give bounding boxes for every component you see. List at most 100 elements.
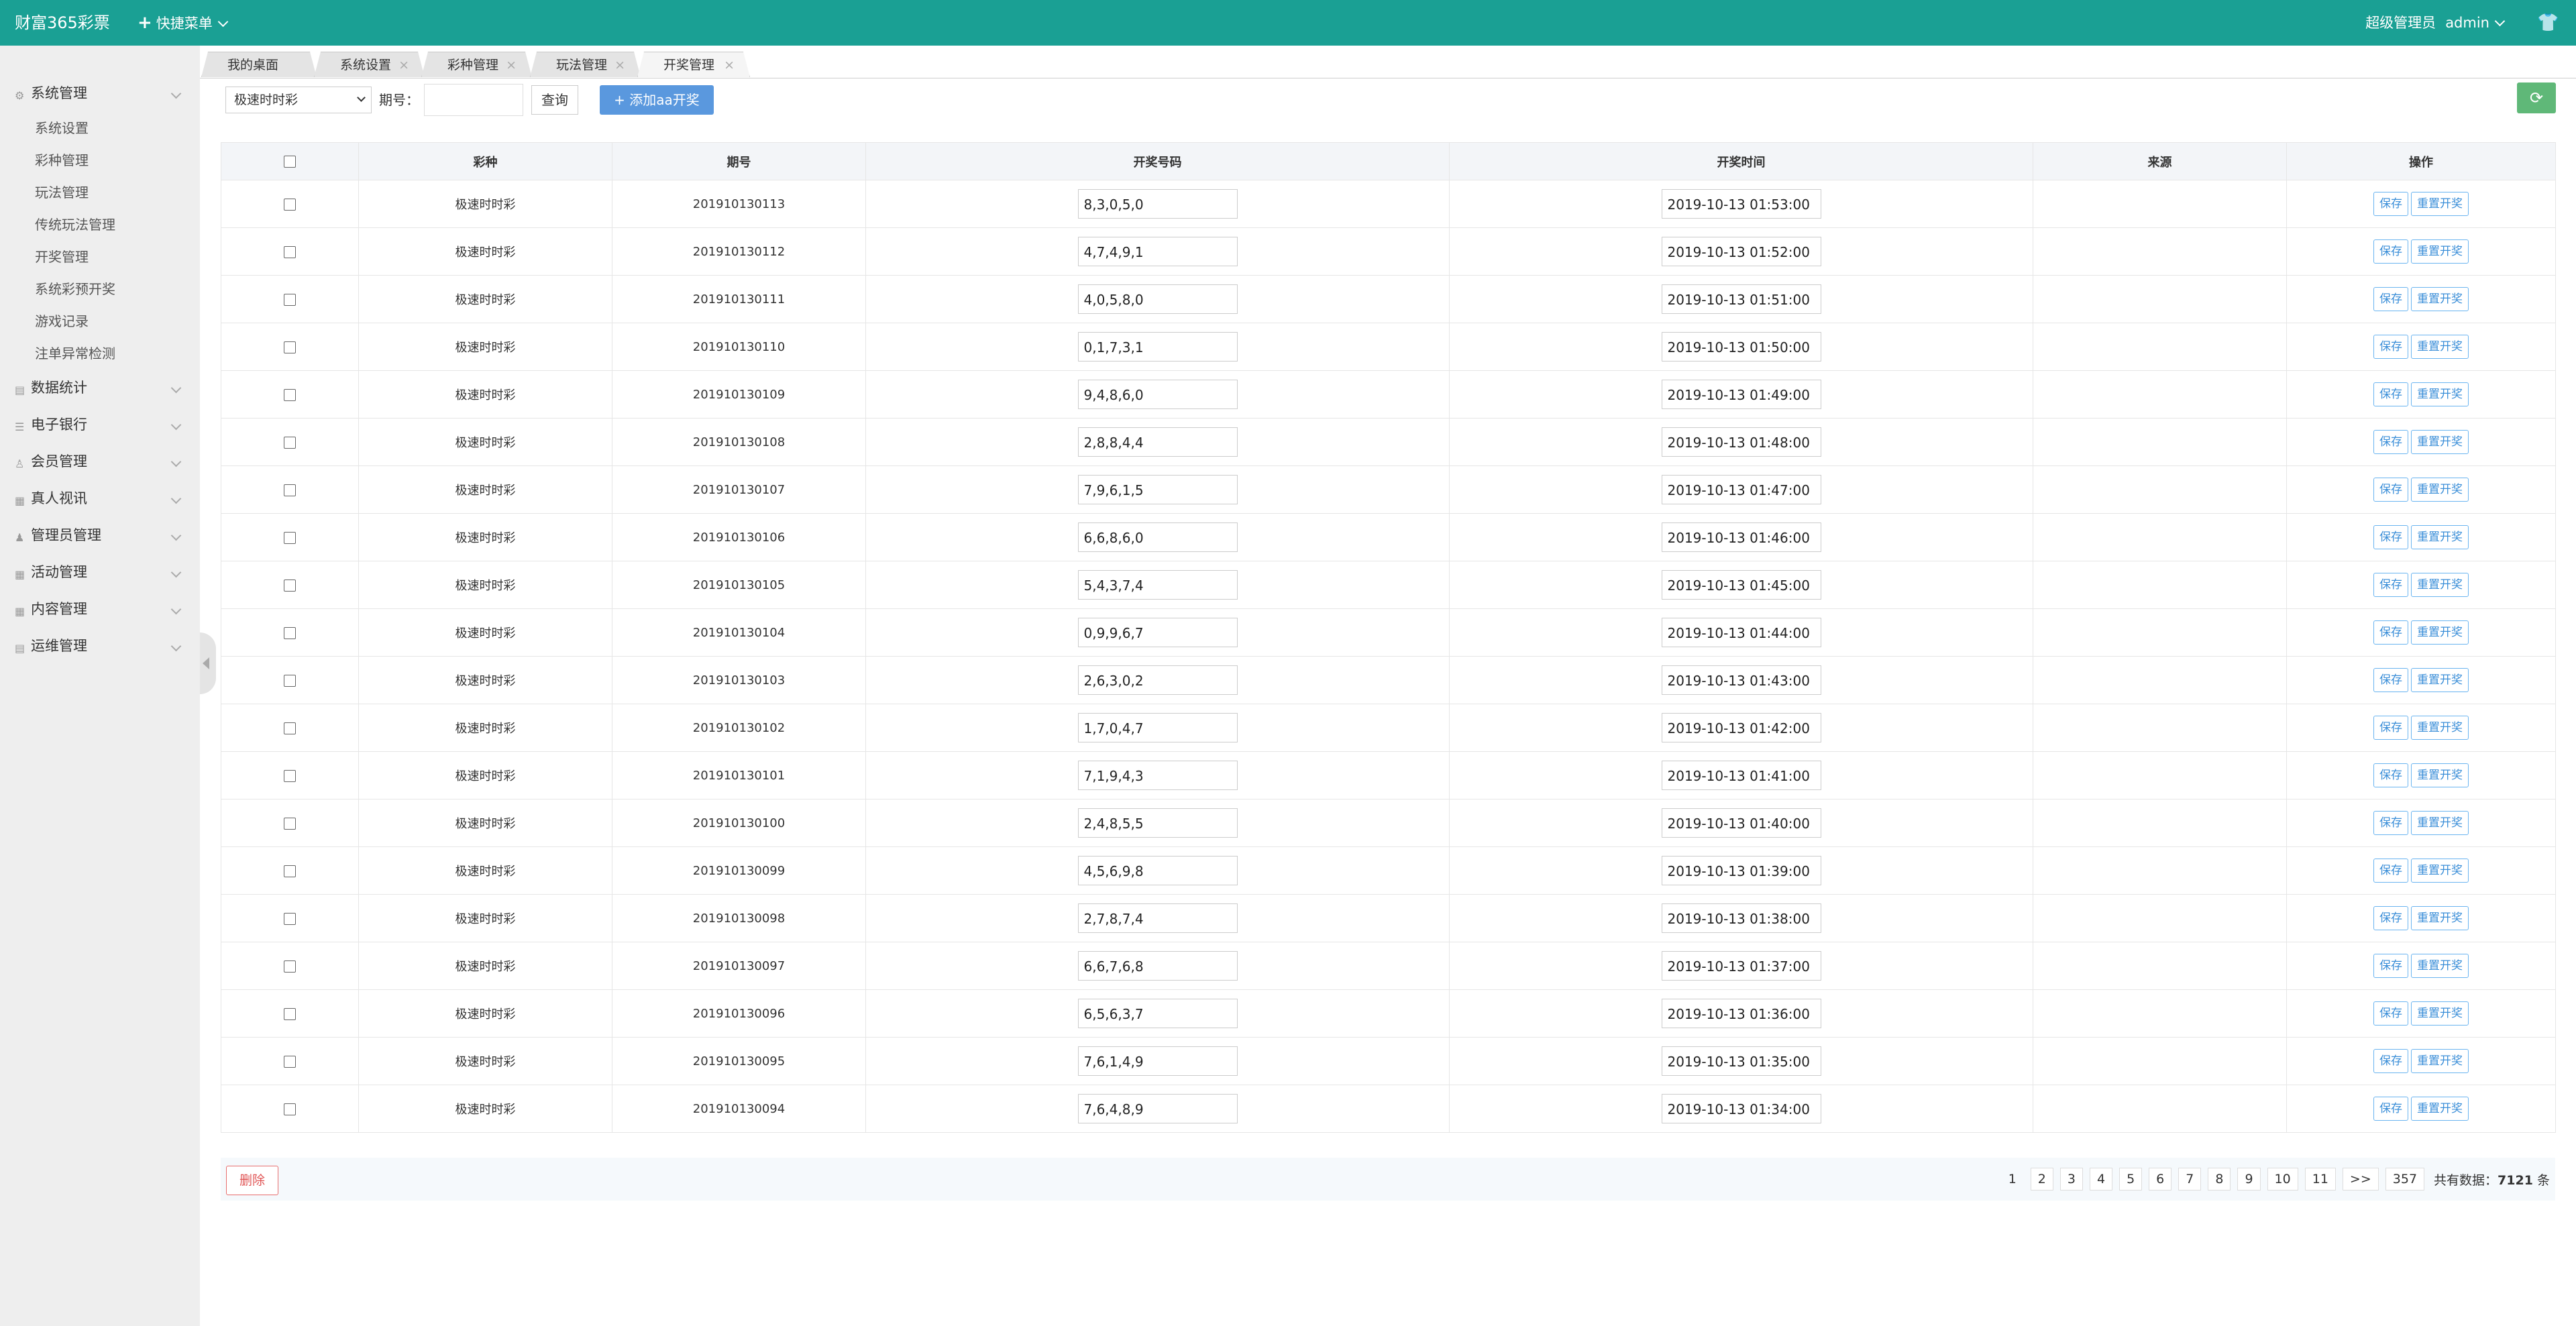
sidebar-item[interactable]: 系统彩预开奖 [0, 273, 200, 305]
sidebar-item[interactable]: 玩法管理 [0, 176, 200, 209]
time-input[interactable]: 2019-10-13 01:35:00 [1661, 1046, 1821, 1076]
tab-4[interactable]: 开奖管理 × [637, 52, 750, 77]
save-button[interactable]: 保存 [2373, 859, 2408, 883]
row-checkbox[interactable] [284, 531, 296, 544]
save-button[interactable]: 保存 [2373, 1001, 2408, 1026]
numbers-input[interactable]: 7,1,9,4,3 [1077, 761, 1238, 790]
numbers-input[interactable]: 8,3,0,5,0 [1077, 189, 1238, 219]
numbers-input[interactable]: 4,5,6,9,8 [1077, 856, 1238, 885]
numbers-input[interactable]: 7,6,4,8,9 [1077, 1094, 1238, 1123]
reset-draw-button[interactable]: 重置开奖 [2411, 620, 2469, 645]
page-link[interactable]: 4 [2089, 1168, 2113, 1191]
numbers-input[interactable]: 0,1,7,3,1 [1077, 332, 1238, 362]
save-button[interactable]: 保存 [2373, 1049, 2408, 1073]
close-icon[interactable]: × [614, 52, 625, 78]
reset-draw-button[interactable]: 重置开奖 [2411, 763, 2469, 787]
time-input[interactable]: 2019-10-13 01:50:00 [1661, 332, 1821, 362]
time-input[interactable]: 2019-10-13 01:38:00 [1661, 903, 1821, 933]
numbers-input[interactable]: 6,6,8,6,0 [1077, 522, 1238, 552]
row-checkbox[interactable] [284, 436, 296, 449]
reset-draw-button[interactable]: 重置开奖 [2411, 1001, 2469, 1026]
time-input[interactable]: 2019-10-13 01:49:00 [1661, 380, 1821, 409]
time-input[interactable]: 2019-10-13 01:39:00 [1661, 856, 1821, 885]
row-checkbox[interactable] [284, 198, 296, 211]
close-icon[interactable]: × [506, 52, 517, 78]
time-input[interactable]: 2019-10-13 01:34:00 [1661, 1094, 1821, 1123]
page-link[interactable]: 9 [2237, 1168, 2261, 1191]
page-link[interactable]: 357 [2385, 1168, 2425, 1191]
refresh-button[interactable]: ⟳ [2517, 82, 2556, 113]
page-link[interactable]: 7 [2178, 1168, 2202, 1191]
page-link[interactable]: 3 [2059, 1168, 2083, 1191]
numbers-input[interactable]: 2,7,8,7,4 [1077, 903, 1238, 933]
reset-draw-button[interactable]: 重置开奖 [2411, 573, 2469, 597]
time-input[interactable]: 2019-10-13 01:37:00 [1661, 951, 1821, 981]
save-button[interactable]: 保存 [2373, 192, 2408, 216]
sidebar-collapse-handle[interactable] [200, 632, 216, 694]
sidebar-group-0[interactable]: ⚙ 系统管理 [0, 75, 200, 112]
numbers-input[interactable]: 2,8,8,4,4 [1077, 427, 1238, 457]
reset-draw-button[interactable]: 重置开奖 [2411, 239, 2469, 264]
page-link[interactable]: 1 [2001, 1168, 2024, 1191]
quick-menu[interactable]: + 快捷菜单 [138, 0, 229, 46]
save-button[interactable]: 保存 [2373, 1097, 2408, 1121]
page-link[interactable]: 6 [2149, 1168, 2172, 1191]
row-checkbox[interactable] [284, 388, 296, 401]
numbers-input[interactable]: 7,6,1,4,9 [1077, 1046, 1238, 1076]
query-button[interactable]: 查询 [531, 85, 578, 115]
save-button[interactable]: 保存 [2373, 620, 2408, 645]
numbers-input[interactable]: 2,4,8,5,5 [1077, 808, 1238, 838]
page-link[interactable]: 10 [2267, 1168, 2298, 1191]
save-button[interactable]: 保存 [2373, 239, 2408, 264]
numbers-input[interactable]: 6,6,7,6,8 [1077, 951, 1238, 981]
save-button[interactable]: 保存 [2373, 906, 2408, 930]
time-input[interactable]: 2019-10-13 01:45:00 [1661, 570, 1821, 600]
select-all-checkbox[interactable] [284, 156, 296, 168]
user-menu[interactable]: 超级管理员 admin [2365, 0, 2506, 46]
row-checkbox[interactable] [284, 1055, 296, 1068]
row-checkbox[interactable] [284, 674, 296, 687]
numbers-input[interactable]: 6,5,6,3,7 [1077, 999, 1238, 1028]
sidebar-group-6[interactable]: ▦ 活动管理 [0, 554, 200, 591]
time-input[interactable]: 2019-10-13 01:44:00 [1661, 618, 1821, 647]
sidebar-item[interactable]: 系统设置 [0, 112, 200, 144]
numbers-input[interactable]: 0,9,9,6,7 [1077, 618, 1238, 647]
row-checkbox[interactable] [284, 626, 296, 639]
reset-draw-button[interactable]: 重置开奖 [2411, 1049, 2469, 1073]
issue-input[interactable] [424, 84, 523, 116]
numbers-input[interactable]: 1,7,0,4,7 [1077, 713, 1238, 742]
reset-draw-button[interactable]: 重置开奖 [2411, 335, 2469, 359]
skin-shirt-icon[interactable]: 👕 [2537, 13, 2559, 32]
reset-draw-button[interactable]: 重置开奖 [2411, 716, 2469, 740]
lottery-select[interactable]: 极速时时彩 [225, 87, 372, 113]
time-input[interactable]: 2019-10-13 01:40:00 [1661, 808, 1821, 838]
save-button[interactable]: 保存 [2373, 478, 2408, 502]
row-checkbox[interactable] [284, 865, 296, 877]
time-input[interactable]: 2019-10-13 01:52:00 [1661, 237, 1821, 266]
tab-2[interactable]: 彩种管理 × [421, 52, 532, 77]
sidebar-group-7[interactable]: ▦ 内容管理 [0, 591, 200, 628]
delete-button[interactable]: 删除 [226, 1166, 278, 1195]
row-checkbox[interactable] [284, 817, 296, 830]
sidebar-item[interactable]: 彩种管理 [0, 144, 200, 176]
reset-draw-button[interactable]: 重置开奖 [2411, 192, 2469, 216]
reset-draw-button[interactable]: 重置开奖 [2411, 954, 2469, 978]
page-link[interactable]: 2 [2030, 1168, 2053, 1191]
save-button[interactable]: 保存 [2373, 954, 2408, 978]
close-icon[interactable]: × [724, 52, 735, 78]
row-checkbox[interactable] [284, 245, 296, 258]
row-checkbox[interactable] [284, 912, 296, 925]
tab-3[interactable]: 玩法管理 × [530, 52, 641, 77]
time-input[interactable]: 2019-10-13 01:53:00 [1661, 189, 1821, 219]
reset-draw-button[interactable]: 重置开奖 [2411, 287, 2469, 311]
time-input[interactable]: 2019-10-13 01:36:00 [1661, 999, 1821, 1028]
reset-draw-button[interactable]: 重置开奖 [2411, 525, 2469, 549]
sidebar-group-4[interactable]: ▦ 真人视讯 [0, 480, 200, 517]
tab-0[interactable]: 我的桌面 [201, 52, 317, 77]
save-button[interactable]: 保存 [2373, 335, 2408, 359]
row-checkbox[interactable] [284, 1007, 296, 1020]
tab-1[interactable]: 系统设置 × [314, 52, 425, 77]
numbers-input[interactable]: 4,7,4,9,1 [1077, 237, 1238, 266]
numbers-input[interactable]: 2,6,3,0,2 [1077, 665, 1238, 695]
page-link[interactable]: 11 [2304, 1168, 2336, 1191]
